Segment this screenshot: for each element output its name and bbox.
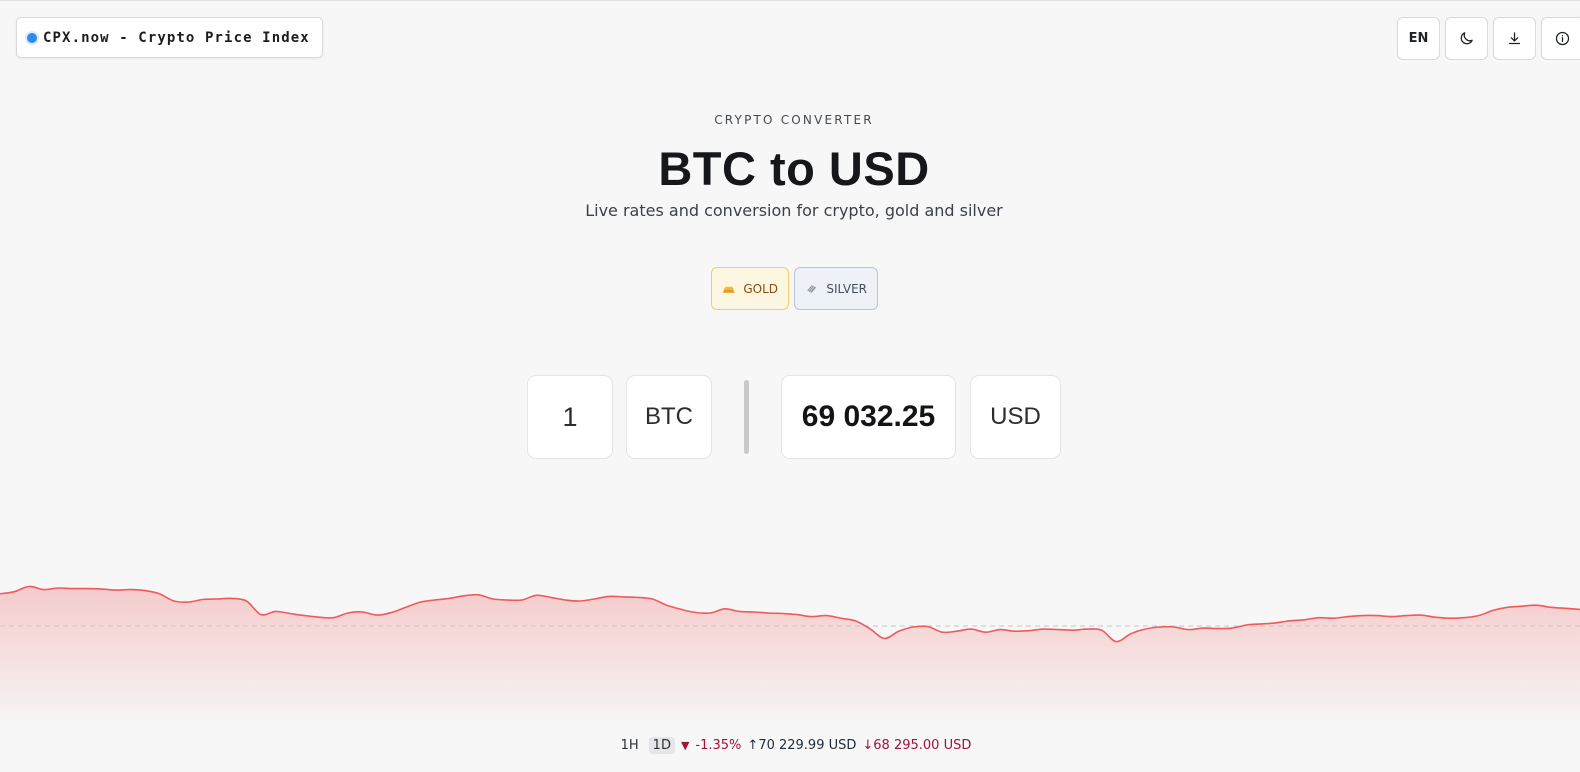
metal-chips: GOLD SILVER xyxy=(711,267,878,310)
change-percent: -1.35% xyxy=(695,738,742,753)
download-button[interactable] xyxy=(1493,17,1536,60)
swap-divider[interactable] xyxy=(744,380,749,454)
chart-area xyxy=(0,586,1580,720)
from-currency-select[interactable]: BTC xyxy=(626,375,712,459)
gold-chip[interactable]: GOLD xyxy=(711,267,789,310)
page-title: BTC to USD xyxy=(658,142,930,195)
amount-input[interactable]: 1 xyxy=(527,375,613,459)
page: CPX.now - Crypto Price Index EN CRYPTO C… xyxy=(0,0,1580,772)
price-chart xyxy=(0,585,1580,720)
info-icon xyxy=(1555,31,1570,46)
brand-label: CPX.now - Crypto Price Index xyxy=(43,29,310,46)
info-button[interactable] xyxy=(1541,17,1580,60)
silver-chip-label: SILVER xyxy=(826,281,867,296)
brand-link[interactable]: CPX.now - Crypto Price Index xyxy=(16,17,323,58)
period-low: ↓68 295.00 USD xyxy=(862,738,972,753)
gold-bar-icon xyxy=(722,285,735,293)
silver-bar-icon xyxy=(807,284,817,293)
download-icon xyxy=(1508,32,1521,45)
language-button[interactable]: EN xyxy=(1397,17,1440,60)
top-controls: EN xyxy=(1397,17,1580,60)
language-label: EN xyxy=(1408,31,1429,46)
change-down-icon: ▼ xyxy=(680,739,690,752)
moon-icon xyxy=(1460,32,1473,45)
page-subtitle: Live rates and conversion for crypto, go… xyxy=(585,201,1003,220)
top-border xyxy=(0,0,1580,1)
hero-eyebrow: CRYPTO CONVERTER xyxy=(714,113,874,127)
silver-chip[interactable]: SILVER xyxy=(794,267,878,310)
period-1h[interactable]: 1H xyxy=(617,737,643,754)
stats-bar: 1H 1D ▼ -1.35% ↑70 229.99 USD ↓68 295.00… xyxy=(0,737,1580,754)
live-status-dot xyxy=(27,32,37,43)
hero: CRYPTO CONVERTER BTC to USD Live rates a… xyxy=(0,113,1580,220)
conversion-result: 69 032.25 xyxy=(781,375,956,459)
theme-toggle-button[interactable] xyxy=(1445,17,1488,60)
to-currency-select[interactable]: USD xyxy=(970,375,1061,459)
gold-chip-label: GOLD xyxy=(743,281,778,296)
period-1d[interactable]: 1D xyxy=(648,737,675,754)
period-high: ↑70 229.99 USD xyxy=(747,738,857,753)
